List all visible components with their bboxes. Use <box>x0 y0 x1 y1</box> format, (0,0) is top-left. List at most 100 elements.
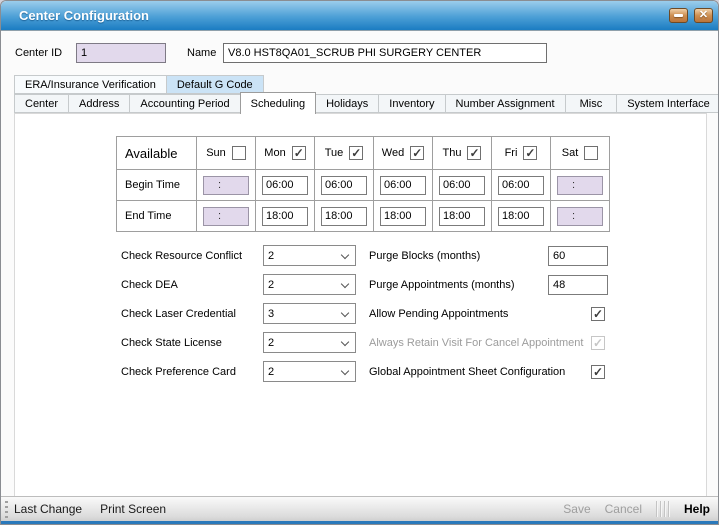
purge-appointments-row: Purge Appointments (months) 48 <box>369 270 608 299</box>
check-state-license-row: Check State License 2 <box>121 328 356 357</box>
mon-end-time-field[interactable]: 18:00 <box>262 207 308 226</box>
begin-time-label: Begin Time <box>117 170 197 201</box>
purge-blocks-label: Purge Blocks (months) <box>369 250 548 262</box>
window-bottom-border <box>1 521 718 524</box>
available-header: Available <box>117 137 197 170</box>
print-screen-button[interactable]: Print Screen <box>100 502 166 516</box>
tab-center[interactable]: Center <box>14 94 69 113</box>
main-tab-strip: Center Address Accounting Period Schedul… <box>14 94 719 114</box>
bottom-toolbar: Last Change Print Screen Save Cancel Hel… <box>1 496 718 521</box>
always-retain-visit-row: Always Retain Visit For Cancel Appointme… <box>369 328 608 357</box>
tue-begin-time-field[interactable]: 06:00 <box>321 176 367 195</box>
global-appointment-sheet-row: Global Appointment Sheet Configuration <box>369 357 608 386</box>
day-header-sat: Sat <box>551 137 610 170</box>
check-dea-dropdown[interactable]: 2 <box>263 274 356 295</box>
secondary-tab-strip: ERA/Insurance Verification Default G Cod… <box>14 75 263 94</box>
tab-inventory[interactable]: Inventory <box>378 94 445 113</box>
day-header-fri: Fri <box>492 137 551 170</box>
minimize-button[interactable] <box>669 8 688 23</box>
toolbar-separator-grip-icon <box>656 501 670 517</box>
name-value: V8.0 HST8QA01_SCRUB PHI SURGERY CENTER <box>228 47 481 59</box>
purge-appointments-label: Purge Appointments (months) <box>369 279 548 291</box>
toolbar-grip-icon[interactable] <box>5 501 8 518</box>
check-preference-card-dropdown[interactable]: 2 <box>263 361 356 382</box>
allow-pending-appointments-row: Allow Pending Appointments <box>369 299 608 328</box>
tab-accounting-period[interactable]: Accounting Period <box>129 94 240 113</box>
center-configuration-dialog: Center Configuration ✕ Center ID 1 Name … <box>0 0 719 525</box>
minimize-icon <box>674 14 683 17</box>
mon-begin-time-field[interactable]: 06:00 <box>262 176 308 195</box>
wed-begin-time-field[interactable]: 06:00 <box>380 176 426 195</box>
always-retain-visit-label: Always Retain Visit For Cancel Appointme… <box>369 337 591 349</box>
purge-blocks-row: Purge Blocks (months) 60 <box>369 241 608 270</box>
check-preference-card-label: Check Preference Card <box>121 366 263 378</box>
close-icon: ✕ <box>699 10 708 21</box>
thu-begin-time-field[interactable]: 06:00 <box>439 176 485 195</box>
tab-holidays[interactable]: Holidays <box>315 94 379 113</box>
allow-pending-appointments-label: Allow Pending Appointments <box>369 308 591 320</box>
chevron-down-icon <box>341 309 349 317</box>
allow-pending-appointments-checkbox[interactable] <box>591 307 605 321</box>
mon-available-checkbox[interactable] <box>292 146 306 160</box>
tab-address[interactable]: Address <box>68 94 130 113</box>
day-header-mon: Mon <box>256 137 315 170</box>
sun-available-checkbox[interactable] <box>232 146 246 160</box>
day-header-tue: Tue <box>315 137 374 170</box>
thu-available-checkbox[interactable] <box>467 146 481 160</box>
day-header-wed: Wed <box>374 137 433 170</box>
chevron-down-icon <box>341 367 349 375</box>
tab-number-assignment[interactable]: Number Assignment <box>445 94 566 113</box>
fri-available-checkbox[interactable] <box>523 146 537 160</box>
check-state-license-label: Check State License <box>121 337 263 349</box>
wed-end-time-field[interactable]: 18:00 <box>380 207 426 226</box>
chevron-down-icon <box>341 338 349 346</box>
sat-end-time-field: : <box>557 207 603 226</box>
check-resource-conflict-dropdown[interactable]: 2 <box>263 245 356 266</box>
check-settings-column: Check Resource Conflict 2 Check DEA 2 Ch… <box>121 241 356 386</box>
check-laser-credential-label: Check Laser Credential <box>121 308 263 320</box>
purge-settings-column: Purge Blocks (months) 60 Purge Appointme… <box>369 241 608 386</box>
check-state-license-dropdown[interactable]: 2 <box>263 332 356 353</box>
sun-begin-time-field: : <box>203 176 249 195</box>
global-appointment-sheet-checkbox[interactable] <box>591 365 605 379</box>
title-bar[interactable]: Center Configuration ✕ <box>1 1 718 31</box>
cancel-button: Cancel <box>605 502 642 516</box>
tab-misc[interactable]: Misc <box>565 94 618 113</box>
last-change-button[interactable]: Last Change <box>14 502 82 516</box>
chevron-down-icon <box>341 280 349 288</box>
center-id-value: 1 <box>81 47 87 59</box>
check-preference-card-row: Check Preference Card 2 <box>121 357 356 386</box>
tue-available-checkbox[interactable] <box>349 146 363 160</box>
check-dea-label: Check DEA <box>121 279 263 291</box>
center-id-label: Center ID <box>15 47 62 59</box>
tue-end-time-field[interactable]: 18:00 <box>321 207 367 226</box>
name-label: Name <box>187 47 216 59</box>
end-time-label: End Time <box>117 201 197 232</box>
sat-begin-time-field: : <box>557 176 603 195</box>
sat-available-checkbox[interactable] <box>584 146 598 160</box>
help-button[interactable]: Help <box>684 502 710 516</box>
check-resource-conflict-label: Check Resource Conflict <box>121 250 263 262</box>
close-button[interactable]: ✕ <box>694 8 713 23</box>
purge-blocks-field[interactable]: 60 <box>548 246 608 266</box>
check-dea-row: Check DEA 2 <box>121 270 356 299</box>
check-laser-credential-row: Check Laser Credential 3 <box>121 299 356 328</box>
fri-begin-time-field[interactable]: 06:00 <box>498 176 544 195</box>
day-header-thu: Thu <box>433 137 492 170</box>
center-id-field[interactable]: 1 <box>76 43 166 63</box>
thu-end-time-field[interactable]: 18:00 <box>439 207 485 226</box>
global-appointment-sheet-label: Global Appointment Sheet Configuration <box>369 366 591 378</box>
check-resource-conflict-row: Check Resource Conflict 2 <box>121 241 356 270</box>
purge-appointments-field[interactable]: 48 <box>548 275 608 295</box>
always-retain-visit-checkbox <box>591 336 605 350</box>
tab-system-interface[interactable]: System Interface <box>616 94 719 113</box>
fri-end-time-field[interactable]: 18:00 <box>498 207 544 226</box>
name-field[interactable]: V8.0 HST8QA01_SCRUB PHI SURGERY CENTER <box>223 43 547 63</box>
check-laser-credential-dropdown[interactable]: 3 <box>263 303 356 324</box>
window-title: Center Configuration <box>19 8 149 23</box>
day-header-sun: Sun <box>197 137 256 170</box>
tab-era-insurance-verification[interactable]: ERA/Insurance Verification <box>14 75 167 94</box>
tab-scheduling[interactable]: Scheduling <box>240 92 316 114</box>
wed-available-checkbox[interactable] <box>410 146 424 160</box>
availability-table: Available Sun Mon Tue Wed Thu Fri Sat <box>116 136 610 232</box>
